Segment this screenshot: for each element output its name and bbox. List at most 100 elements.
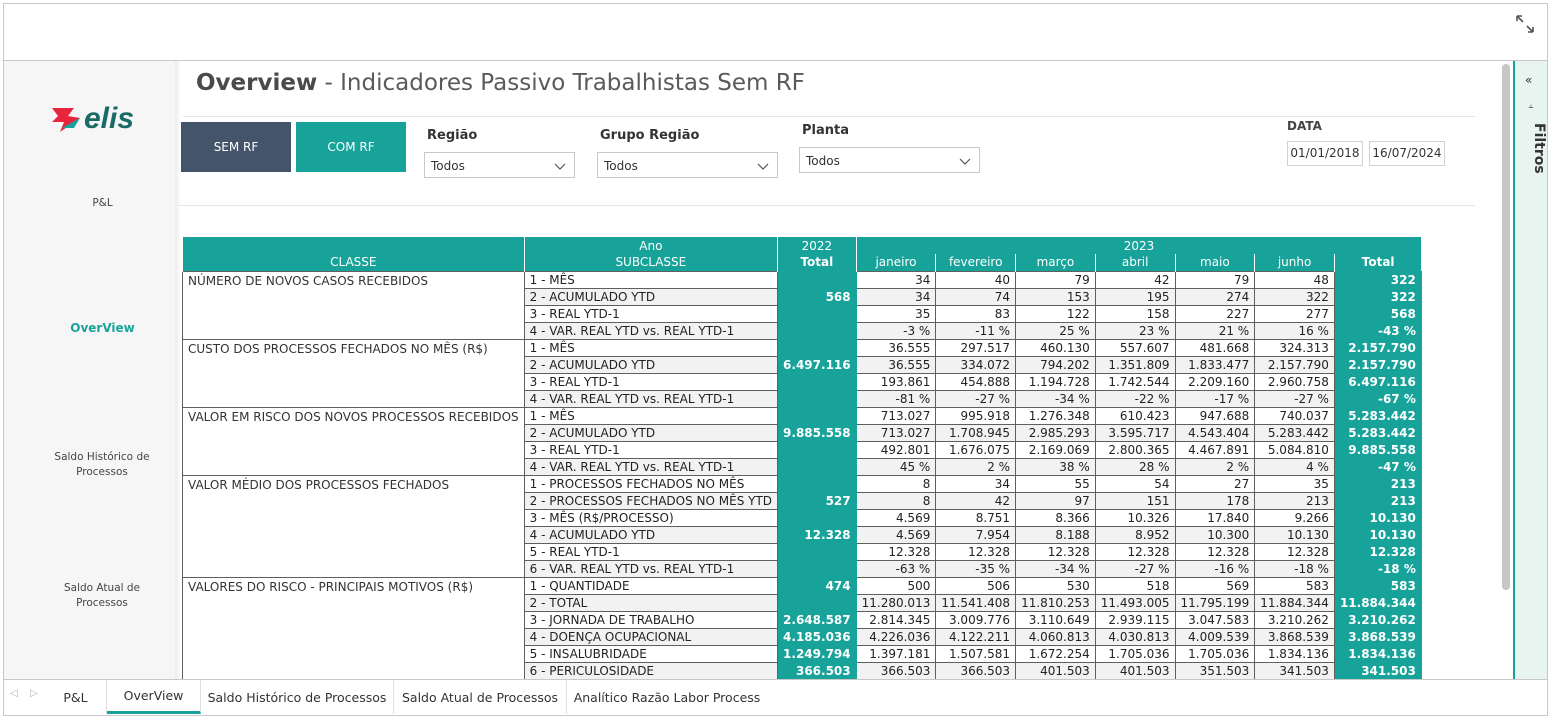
subclasse-cell[interactable]: 3 - MÊS (R$/PROCESSO) xyxy=(523,508,779,527)
month-value-cell[interactable]: 12.328 xyxy=(935,542,1017,561)
month-value-cell[interactable]: 3.110.649 xyxy=(1015,610,1096,629)
total-2023-cell[interactable]: 11.884.344 xyxy=(1333,593,1422,612)
total-2022-cell[interactable] xyxy=(777,270,857,289)
month-value-cell[interactable]: 10.326 xyxy=(1094,508,1176,527)
month-value-cell[interactable]: 153 xyxy=(1015,287,1096,306)
nav-item-overview[interactable]: OverView xyxy=(40,321,165,336)
month-value-cell[interactable]: 36.555 xyxy=(855,338,937,357)
month-value-cell[interactable]: 36.555 xyxy=(855,355,937,374)
filters-pane[interactable]: « ⫠ Filtros xyxy=(1513,61,1547,679)
month-value-cell[interactable]: 17.840 xyxy=(1174,508,1256,527)
planta-dropdown[interactable]: Todos xyxy=(799,147,980,173)
month-value-cell[interactable]: 158 xyxy=(1094,304,1176,323)
month-value-cell[interactable]: 195 xyxy=(1094,287,1176,306)
header-month[interactable]: abril xyxy=(1094,254,1175,271)
month-value-cell[interactable]: 481.668 xyxy=(1174,338,1256,357)
month-value-cell[interactable]: 341.503 xyxy=(1254,661,1335,680)
total-2023-cell[interactable]: -43 % xyxy=(1333,321,1422,340)
total-2022-cell[interactable]: 4.185.036 xyxy=(777,627,857,646)
total-2022-cell[interactable] xyxy=(777,372,857,391)
subclasse-cell[interactable]: 2 - ACUMULADO YTD xyxy=(523,355,779,374)
header-ano[interactable]: Ano xyxy=(523,237,778,254)
subclasse-cell[interactable]: 4 - ACUMULADO YTD xyxy=(523,525,779,544)
total-2023-cell[interactable]: 10.130 xyxy=(1333,525,1422,544)
month-value-cell[interactable]: 1.705.036 xyxy=(1094,644,1176,663)
header-2022[interactable]: 2022 xyxy=(777,237,857,254)
page-tab-overview[interactable]: OverView xyxy=(107,680,201,714)
month-value-cell[interactable]: 366.503 xyxy=(855,661,937,680)
classe-cell[interactable]: VALOR MÉDIO DOS PROCESSOS FECHADOS xyxy=(182,474,525,578)
month-value-cell[interactable]: 530 xyxy=(1015,576,1096,595)
page-tab-pl[interactable]: P&L xyxy=(45,680,107,714)
total-2022-cell[interactable]: 527 xyxy=(777,491,857,510)
regiao-dropdown[interactable]: Todos xyxy=(424,152,575,178)
month-value-cell[interactable]: 5.283.442 xyxy=(1254,423,1335,442)
tab-prev-icon[interactable]: ◁ xyxy=(10,688,18,699)
total-2022-cell[interactable]: 2.648.587 xyxy=(777,610,857,629)
total-2022-cell[interactable] xyxy=(777,440,857,459)
month-value-cell[interactable]: 4 % xyxy=(1254,457,1335,476)
month-value-cell[interactable]: -22 % xyxy=(1094,389,1176,408)
subclasse-cell[interactable]: 4 - VAR. REAL YTD vs. REAL YTD-1 xyxy=(523,457,779,476)
subclasse-cell[interactable]: 1 - MÊS xyxy=(523,406,779,425)
total-2022-cell[interactable]: 12.328 xyxy=(777,525,857,544)
month-value-cell[interactable]: -16 % xyxy=(1174,559,1256,578)
month-value-cell[interactable]: 740.037 xyxy=(1254,406,1335,425)
total-2023-cell[interactable]: 322 xyxy=(1333,287,1422,306)
nav-item-saldo-historico[interactable]: Saldo Histórico de Processos xyxy=(52,450,152,480)
month-value-cell[interactable]: 492.801 xyxy=(855,440,937,459)
month-value-cell[interactable]: -34 % xyxy=(1015,389,1096,408)
month-value-cell[interactable]: 1.276.348 xyxy=(1015,406,1096,425)
month-value-cell[interactable]: 12.328 xyxy=(855,542,937,561)
month-value-cell[interactable]: -27 % xyxy=(935,389,1017,408)
month-value-cell[interactable]: 4.009.539 xyxy=(1174,627,1256,646)
month-value-cell[interactable]: 794.202 xyxy=(1015,355,1096,374)
header-2023[interactable]: 2023 xyxy=(855,237,1422,254)
month-value-cell[interactable]: 12.328 xyxy=(1015,542,1096,561)
total-2022-cell[interactable] xyxy=(777,338,857,357)
classe-cell[interactable]: CUSTO DOS PROCESSOS FECHADOS NO MÊS (R$) xyxy=(182,338,525,408)
month-value-cell[interactable]: 4.467.891 xyxy=(1174,440,1256,459)
month-value-cell[interactable]: 25 % xyxy=(1015,321,1096,340)
month-value-cell[interactable]: -18 % xyxy=(1254,559,1335,578)
subclasse-cell[interactable]: 2 - PROCESSOS FECHADOS NO MÊS YTD xyxy=(523,491,779,510)
total-2023-cell[interactable]: 322 xyxy=(1333,270,1422,289)
grupo-regiao-dropdown[interactable]: Todos xyxy=(597,152,778,178)
month-value-cell[interactable]: 151 xyxy=(1094,491,1176,510)
month-value-cell[interactable]: 28 % xyxy=(1094,457,1176,476)
month-value-cell[interactable]: 334.072 xyxy=(935,355,1017,374)
month-value-cell[interactable]: 2.157.790 xyxy=(1254,355,1335,374)
date-end-input[interactable]: 16/07/2024 xyxy=(1369,141,1445,166)
subclasse-cell[interactable]: 6 - PERICULOSIDADE xyxy=(523,661,779,680)
subclasse-cell[interactable]: 1 - MÊS xyxy=(523,270,779,289)
month-value-cell[interactable]: 42 xyxy=(935,491,1017,510)
total-2023-cell[interactable]: 5.283.442 xyxy=(1333,406,1422,425)
month-value-cell[interactable]: 11.884.344 xyxy=(1254,593,1335,612)
month-value-cell[interactable]: 12.328 xyxy=(1254,542,1335,561)
month-value-cell[interactable]: 2 % xyxy=(1174,457,1256,476)
month-value-cell[interactable]: 3.868.539 xyxy=(1254,627,1335,646)
total-2023-cell[interactable]: 3.868.539 xyxy=(1333,627,1422,646)
month-value-cell[interactable]: 351.503 xyxy=(1174,661,1256,680)
month-value-cell[interactable]: 79 xyxy=(1174,270,1256,289)
month-value-cell[interactable]: 454.888 xyxy=(935,372,1017,391)
total-2023-cell[interactable]: 583 xyxy=(1333,576,1422,595)
month-value-cell[interactable]: 5.084.810 xyxy=(1254,440,1335,459)
expand-icon[interactable] xyxy=(1513,12,1537,36)
com-rf-button[interactable]: COM RF xyxy=(296,122,406,172)
month-value-cell[interactable]: 322 xyxy=(1254,287,1335,306)
month-value-cell[interactable]: 11.795.199 xyxy=(1174,593,1256,612)
page-tab-analitico[interactable]: Analítico Razão Labor Process xyxy=(567,680,767,714)
month-value-cell[interactable]: 34 xyxy=(855,287,937,306)
total-2022-cell[interactable]: 366.503 xyxy=(777,661,857,680)
month-value-cell[interactable]: -3 % xyxy=(855,321,937,340)
total-2022-cell[interactable] xyxy=(777,508,857,527)
subclasse-cell[interactable]: 3 - REAL YTD-1 xyxy=(523,372,779,391)
header-month[interactable]: fevereiro xyxy=(935,254,1016,271)
tab-next-icon[interactable]: ▷ xyxy=(30,688,38,699)
month-value-cell[interactable]: 4.569 xyxy=(855,525,937,544)
subclasse-cell[interactable]: 6 - VAR. REAL YTD vs. REAL YTD-1 xyxy=(523,559,779,578)
month-value-cell[interactable]: 213 xyxy=(1254,491,1335,510)
month-value-cell[interactable]: 38 % xyxy=(1015,457,1096,476)
month-value-cell[interactable]: 35 xyxy=(855,304,937,323)
